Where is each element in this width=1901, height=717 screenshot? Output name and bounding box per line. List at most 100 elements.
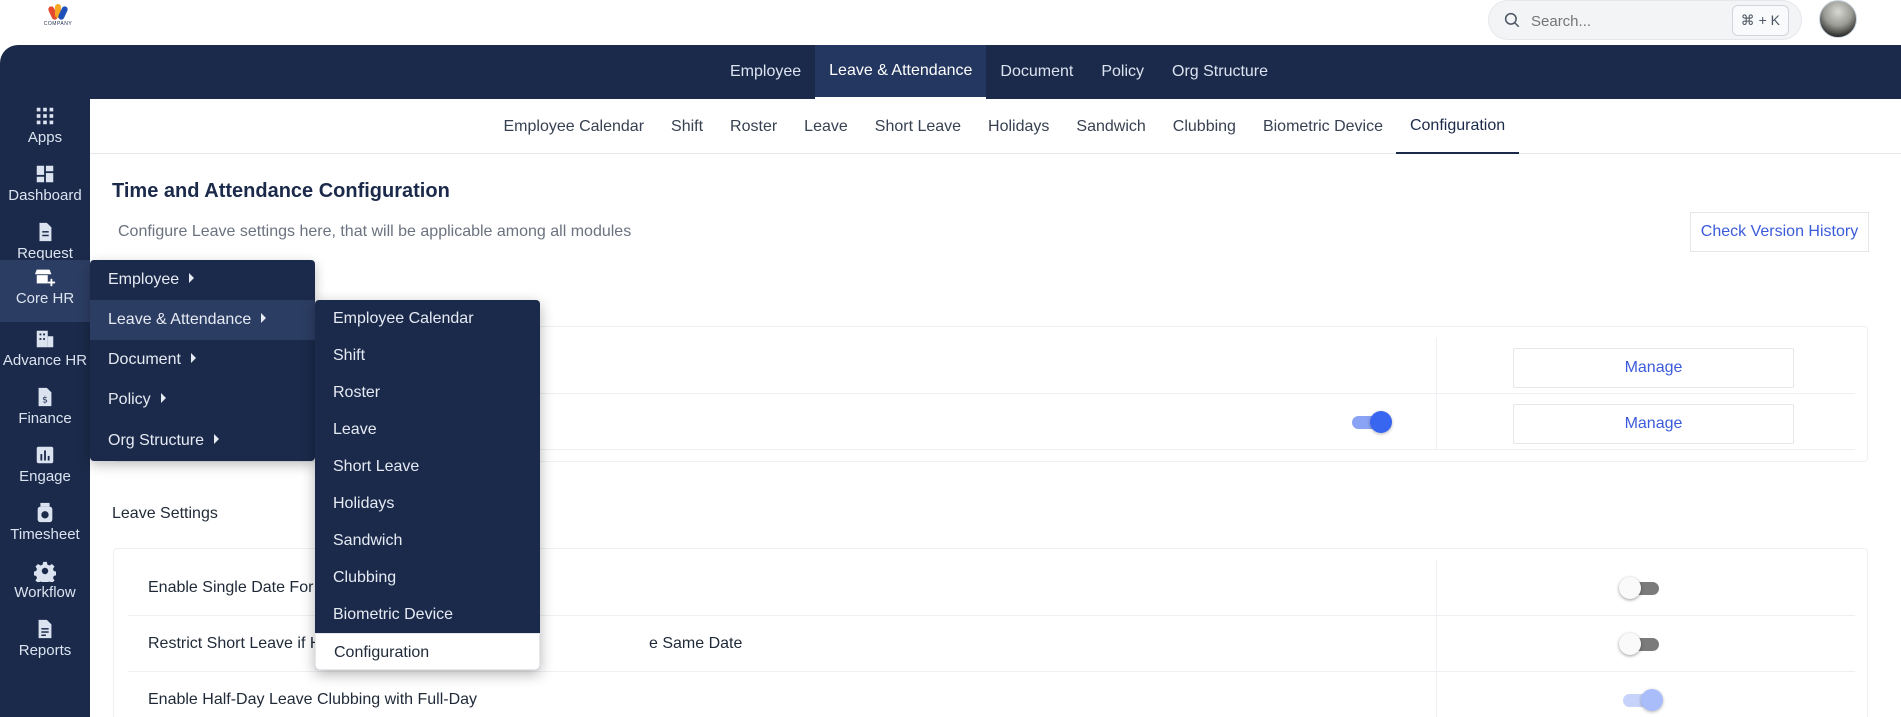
sidebar-label: Advance HR — [2, 352, 88, 369]
money-file-icon: $ — [38, 387, 52, 407]
submenu-label: Short Leave — [333, 458, 420, 475]
submenu-employee-calendar[interactable]: Employee Calendar — [315, 300, 540, 337]
tab-policy[interactable]: Policy — [1087, 45, 1158, 99]
sidebar-item-finance[interactable]: $ Finance — [0, 380, 90, 438]
sidebar-item-timesheet[interactable]: Timesheet — [0, 496, 90, 554]
subtab-leave[interactable]: Leave — [791, 99, 862, 154]
caret-right-icon — [261, 313, 267, 323]
row-divider — [1436, 616, 1437, 672]
user-avatar[interactable] — [1819, 0, 1857, 38]
search-input[interactable] — [1531, 9, 1731, 33]
submenu-label: Configuration — [334, 644, 430, 661]
row-divider — [1436, 338, 1437, 394]
tab-document[interactable]: Document — [986, 45, 1087, 99]
submenu-clubbing[interactable]: Clubbing — [315, 559, 540, 596]
report-icon — [38, 619, 52, 639]
main-nav: Employee Leave & Attendance Document Pol… — [0, 45, 1901, 99]
menu-item-policy[interactable]: Policy — [90, 380, 315, 420]
single-date-toggle[interactable] — [1619, 576, 1663, 600]
subtab-configuration[interactable]: Configuration — [1396, 99, 1519, 154]
setting-row: Enable Half-Day Leave Clubbing with Full… — [128, 672, 1855, 717]
submenu-label: Clubbing — [333, 569, 397, 586]
row-divider — [1436, 394, 1437, 450]
toggle-knob — [1619, 577, 1641, 599]
restrict-short-leave-toggle[interactable] — [1619, 632, 1663, 656]
setting-label: Restrict Short Leave if H — [148, 635, 322, 652]
search-shortcut: ⌘ + K — [1731, 5, 1789, 36]
subtab-sandwich[interactable]: Sandwich — [1063, 99, 1159, 154]
setting-label-tail: e Same Date — [649, 635, 743, 652]
sidebar-item-core-hr[interactable]: Core HR — [0, 260, 90, 322]
half-day-clubbing-toggle[interactable] — [1619, 688, 1663, 712]
sidebar-item-advance-hr[interactable]: Advance HR — [0, 322, 90, 380]
tab-org-structure[interactable]: Org Structure — [1158, 45, 1282, 99]
menu-item-document[interactable]: Document — [90, 340, 315, 380]
search-icon — [1504, 12, 1520, 28]
core-hr-flyout-menu: Employee Leave & Attendance Document Pol… — [90, 260, 315, 461]
row-divider — [1436, 560, 1437, 616]
menu-item-label: Org Structure — [108, 432, 205, 449]
sidebar-item-workflow[interactable]: Workflow — [0, 554, 90, 612]
submenu-label: Shift — [333, 347, 366, 364]
submenu-sandwich[interactable]: Sandwich — [315, 522, 540, 559]
sidebar-label: Timesheet — [10, 526, 80, 543]
apps-grid-icon — [36, 107, 54, 125]
sidebar-label: Workflow — [14, 584, 76, 601]
document-icon — [39, 222, 52, 242]
subtab-biometric-device[interactable]: Biometric Device — [1249, 99, 1396, 154]
page-subtitle: Configure Leave settings here, that will… — [118, 223, 632, 240]
menu-item-leave-attendance[interactable]: Leave & Attendance — [90, 300, 315, 340]
menu-item-employee[interactable]: Employee — [90, 260, 315, 300]
submenu-label: Biometric Device — [333, 606, 454, 623]
leave-attendance-submenu: Employee Calendar Shift Roster Leave Sho… — [315, 300, 540, 670]
tab-employee[interactable]: Employee — [716, 45, 815, 99]
menu-item-label: Document — [108, 351, 181, 368]
submenu-leave[interactable]: Leave — [315, 411, 540, 448]
subtab-shift[interactable]: Shift — [658, 99, 717, 154]
submenu-label: Roster — [333, 384, 381, 401]
subtab-holidays[interactable]: Holidays — [975, 99, 1063, 154]
sidebar-item-apps[interactable]: Apps — [0, 99, 90, 157]
config-toggle[interactable] — [1348, 410, 1392, 434]
toggle-knob — [1641, 689, 1663, 711]
page-title: Time and Attendance Configuration — [112, 180, 450, 202]
manage-button[interactable]: Manage — [1513, 404, 1794, 444]
sidebar-item-dashboard[interactable]: Dashboard — [0, 157, 90, 215]
submenu-configuration[interactable]: Configuration — [315, 633, 540, 670]
submenu-holidays[interactable]: Holidays — [315, 485, 540, 522]
sub-tabs: Employee Calendar Shift Roster Leave Sho… — [490, 99, 1519, 154]
submenu-short-leave[interactable]: Short Leave — [315, 448, 540, 485]
submenu-label: Holidays — [333, 495, 395, 512]
tab-leave-attendance[interactable]: Leave & Attendance — [815, 45, 987, 99]
sidebar-label: Apps — [27, 129, 63, 146]
subtab-short-leave[interactable]: Short Leave — [861, 99, 974, 154]
subtab-roster[interactable]: Roster — [717, 99, 791, 154]
check-version-history-button[interactable]: Check Version History — [1690, 212, 1869, 252]
sidebar-label: Engage — [19, 468, 71, 485]
top-tabs: Employee Leave & Attendance Document Pol… — [716, 45, 1282, 99]
bar-chart-icon — [36, 446, 54, 464]
top-bar: COMPANY ⌘ + K — [0, 0, 1901, 45]
search-box[interactable]: ⌘ + K — [1488, 0, 1802, 40]
submenu-biometric-device[interactable]: Biometric Device — [315, 596, 540, 633]
leave-settings-heading: Leave Settings — [112, 505, 218, 522]
gear-icon — [34, 561, 56, 582]
sidebar-item-reports[interactable]: Reports — [0, 612, 90, 670]
submenu-roster[interactable]: Roster — [315, 374, 540, 411]
store-add-icon — [34, 269, 56, 287]
caret-right-icon — [214, 434, 220, 444]
submenu-label: Leave — [333, 421, 377, 438]
subtab-clubbing[interactable]: Clubbing — [1159, 99, 1249, 154]
sub-nav: Employee Calendar Shift Roster Leave Sho… — [90, 99, 1901, 154]
manage-button[interactable]: Manage — [1513, 348, 1794, 388]
submenu-shift[interactable]: Shift — [315, 337, 540, 374]
submenu-label: Employee Calendar — [333, 310, 474, 327]
sidebar-item-engage[interactable]: Engage — [0, 438, 90, 496]
sidebar-label: Finance — [18, 410, 72, 427]
subtab-employee-calendar[interactable]: Employee Calendar — [490, 99, 658, 154]
menu-item-org-structure[interactable]: Org Structure — [90, 421, 315, 461]
dashboard-icon — [36, 165, 54, 183]
setting-label: Enable Single Date For — [148, 579, 314, 596]
company-logo[interactable]: COMPANY — [42, 4, 74, 32]
menu-item-label: Policy — [108, 391, 151, 408]
